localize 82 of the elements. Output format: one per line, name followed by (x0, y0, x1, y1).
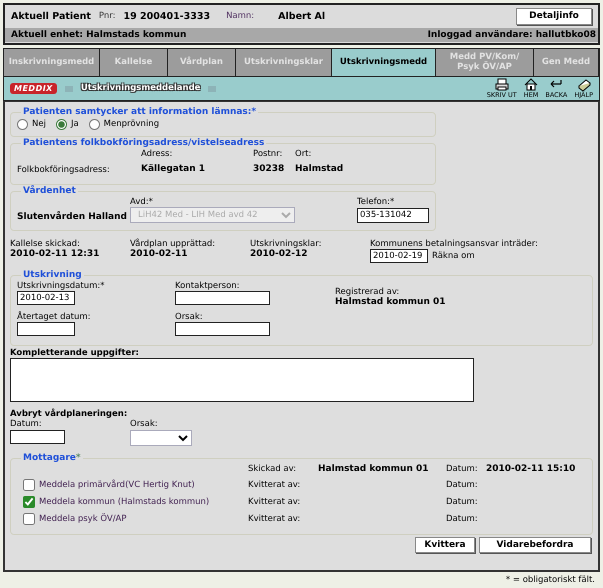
field-label: Telefon:* (357, 196, 396, 207)
field-label: Datum: (446, 464, 479, 474)
patient-label: Aktuell Patient (11, 10, 91, 22)
details-button[interactable]: Detaljinfo (516, 8, 592, 25)
date-field[interactable] (17, 322, 75, 336)
date-value: 2010-02-11 12:31 (10, 249, 100, 260)
radio-label[interactable]: Ja (70, 119, 79, 130)
radio-label[interactable]: Nej (32, 119, 46, 130)
field-label: Datum: (446, 497, 479, 508)
column-label: Postnr: (253, 148, 284, 159)
field-label: Återtaget datum: (17, 312, 92, 322)
date-value: 2010-02-12 (250, 249, 309, 260)
action-button[interactable]: Kvittera (415, 537, 475, 554)
date-field[interactable] (10, 430, 65, 444)
field-label: Datum: (446, 514, 479, 524)
section-label: Kompletterande uppgifter: (10, 348, 140, 358)
text-field[interactable] (175, 322, 270, 336)
logo: MEDDIX (10, 82, 57, 94)
column-label: Adress: (141, 148, 174, 159)
pnr-value: 19 200401-3333 (123, 10, 210, 22)
name-label: Namn: (226, 11, 254, 22)
radio-label[interactable]: Menprövning (104, 119, 160, 130)
date-label: Utskrivningsklar: (250, 238, 322, 249)
care-unit-name: Slutenvården Halland (17, 212, 128, 223)
radio-button[interactable] (17, 118, 28, 130)
date-value: 2010-02-11 (130, 249, 189, 260)
reason-dropdown[interactable] (130, 430, 192, 446)
date-label: Vårdplan upprättad: (130, 238, 216, 249)
section-legend: Mottagare (23, 452, 76, 463)
logged-in-user: Inloggad användare: hallutbko08 (428, 30, 596, 40)
field-label: Registrerad av: (335, 286, 400, 297)
section-legend: Patienten samtycker att information lämnas:* (21, 108, 258, 118)
date-label: Kallelse skickad: (10, 238, 81, 249)
field-label: Datum: (446, 480, 479, 490)
current-unit: Aktuell enhet: Halmstads kommun (11, 30, 186, 40)
field-label: Datum: (10, 419, 43, 430)
field-label: Utskrivningsdatum:* (17, 280, 106, 292)
checkbox[interactable] (23, 479, 35, 492)
section-legend: Patientens folkbokföringsadress/vistelseadress (21, 138, 266, 149)
field-label: Kvitterat av: (248, 497, 302, 508)
radio-button[interactable] (56, 118, 67, 130)
phone-field[interactable]: 035-131042 (357, 208, 429, 223)
tab[interactable]: Utskrivningsmedd (332, 49, 435, 76)
column-label: Ort: (295, 148, 312, 159)
field-label: Orsak: (175, 312, 204, 322)
required-mark: * (76, 452, 81, 463)
field-label: Kontaktperson: (175, 280, 241, 292)
registered-by-value: Halmstad kommun 01 (335, 297, 447, 308)
date-label: Kommunens betalningsansvar inträder: (370, 238, 539, 250)
sent-by-value: Halmstad kommun 01 (318, 464, 430, 474)
field-label: Skickad av: (248, 464, 298, 474)
text-field[interactable] (175, 291, 270, 306)
field-label: Kvitterat av: (248, 480, 302, 490)
date-field[interactable]: 2010-02-19 (370, 249, 428, 264)
printer-icon (494, 78, 509, 92)
recalculate-link[interactable]: Räkna om (432, 250, 475, 262)
action-button[interactable]: Vidarebefordra (479, 537, 591, 554)
checkbox-label[interactable]: Meddela primärvård(VC Hertig Knut) (39, 480, 195, 490)
field-label: Orsak: (130, 419, 159, 430)
address-value: Halmstad (295, 164, 344, 175)
section-legend: Utskrivning (21, 271, 84, 281)
pnr-label: Pnr: (98, 11, 116, 22)
footnote: * = obligatoriskt fält. (504, 575, 596, 586)
text-area[interactable] (10, 358, 474, 402)
name-value: Albert Al (278, 10, 326, 22)
sent-date-value: 2010-02-11 15:10 (486, 464, 576, 474)
book-icon (576, 78, 591, 92)
date-field[interactable]: 2010-02-13 (17, 291, 75, 306)
field-label: Avd:* (130, 196, 154, 207)
checkbox-label[interactable]: Meddela psyk ÖV/AP (39, 514, 126, 524)
checkbox[interactable] (23, 496, 35, 508)
address-value: 30238 (253, 164, 286, 175)
page-title: Utskrivningsmeddelande (80, 83, 200, 94)
section-legend: Vårdenhet (21, 186, 78, 197)
radio-button[interactable] (88, 118, 100, 130)
field-label: Kvitterat av: (248, 514, 302, 524)
address-value: Källegatan 1 (141, 164, 206, 175)
checkbox-label[interactable]: Meddela kommun (Halmstads kommun) (39, 497, 210, 508)
checkbox[interactable] (23, 513, 35, 526)
row-label: Folkbokföringsadress: (17, 164, 111, 175)
section-label: Avbryt vårdplaneringen: (10, 409, 128, 420)
house-icon (524, 78, 538, 92)
